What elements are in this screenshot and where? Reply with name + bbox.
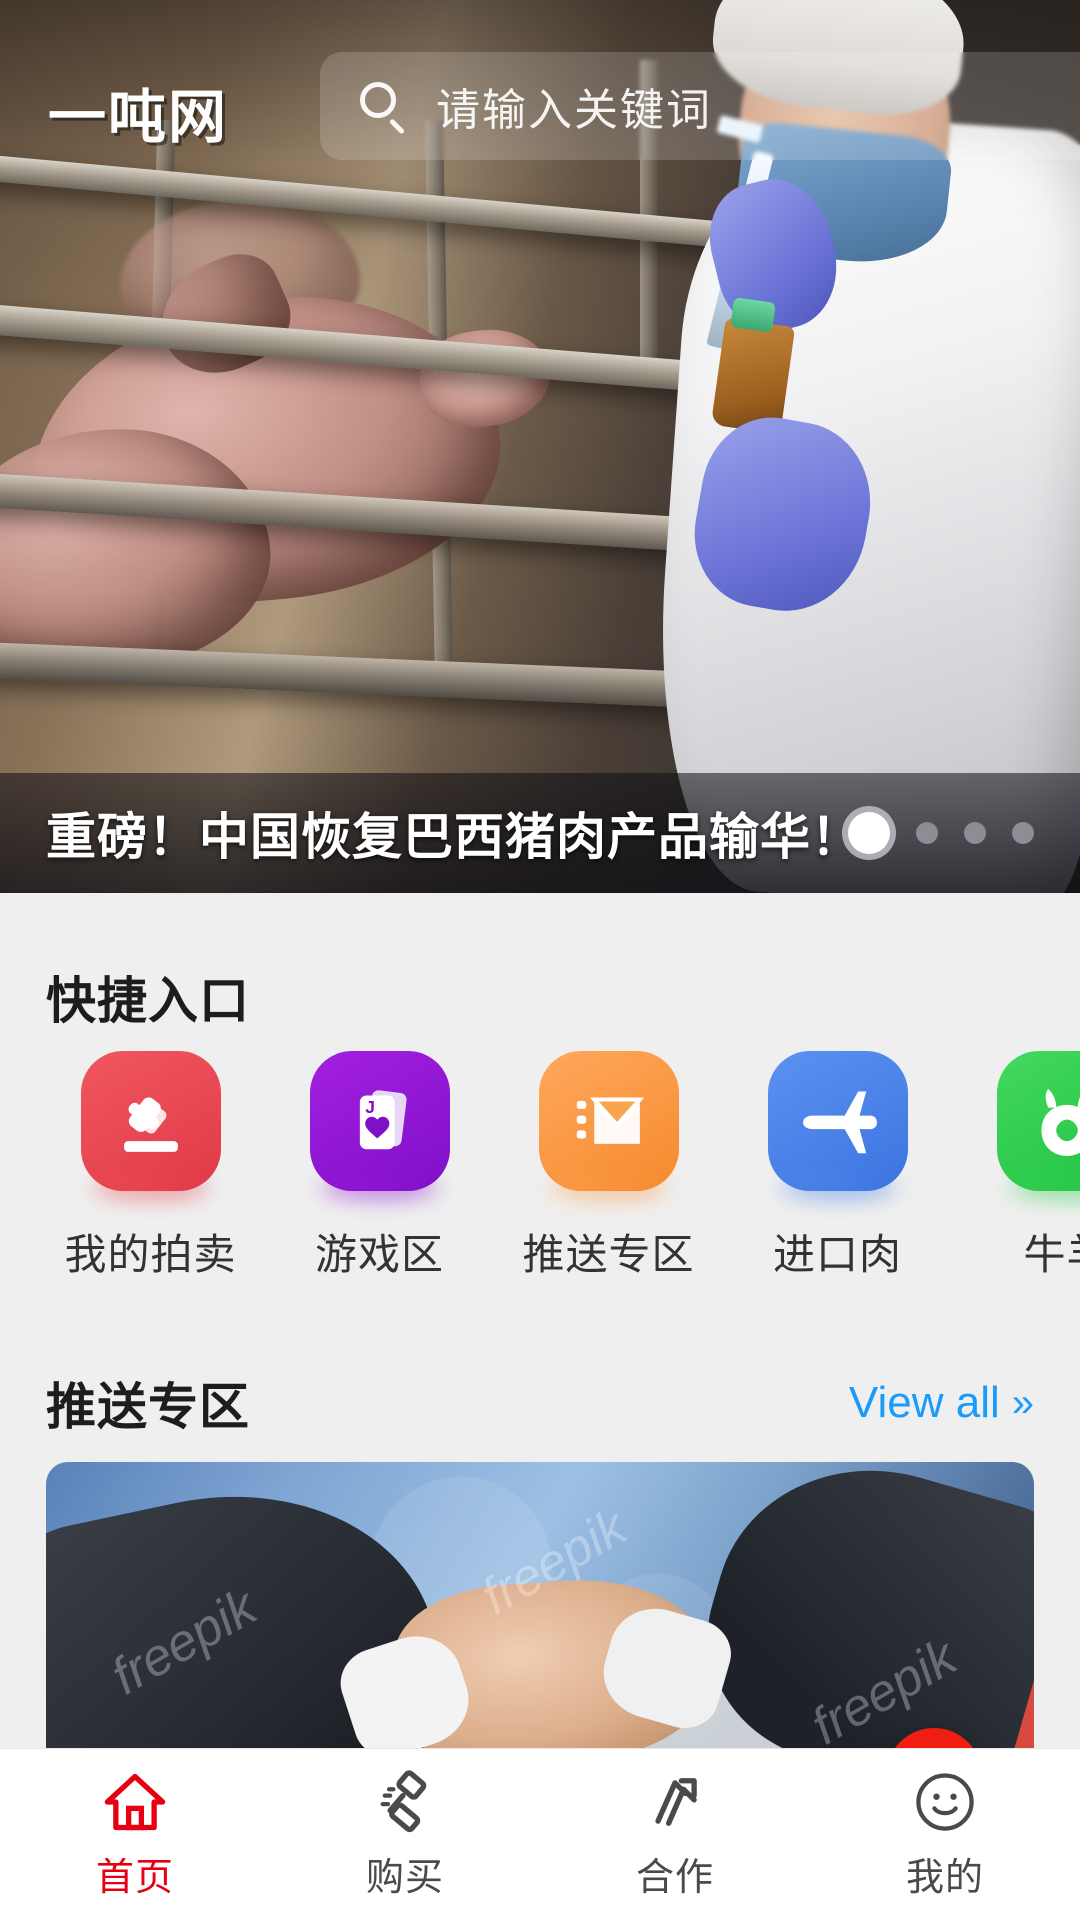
push-section-title: 推送专区 — [46, 1367, 250, 1439]
search-placeholder: 请输入关键词 — [436, 74, 712, 138]
carousel-dots[interactable] — [848, 812, 1034, 854]
view-all-link[interactable]: View all » — [849, 1378, 1034, 1428]
cow-icon — [997, 1051, 1080, 1191]
smiley-icon — [911, 1768, 979, 1836]
quick-entry-label: 进口肉 — [723, 1221, 952, 1282]
app-logo: 一吨网 — [48, 70, 228, 154]
quick-entry-title: 快捷入口 — [46, 893, 1080, 1033]
svg-text:J: J — [365, 1097, 375, 1117]
quick-entry-label: 我的拍卖 — [36, 1221, 265, 1282]
envelope-icon — [539, 1051, 679, 1191]
carousel-dot-2[interactable] — [916, 822, 938, 844]
hero-banner-carousel[interactable]: 一吨网 请输入关键词 重磅！中国恢复巴西猪肉产品输华！ — [0, 0, 1080, 893]
quick-entry-item-games[interactable]: J 游戏区 — [265, 1051, 494, 1282]
app-header: 一吨网 请输入关键词 — [0, 0, 1080, 190]
watermark-text: freepik — [471, 1497, 636, 1627]
push-section-header: 推送专区 View all » — [0, 1343, 1080, 1463]
tab-cooperation[interactable]: 合作 — [540, 1749, 810, 1920]
quick-entry-label: 牛羊 — [952, 1221, 1080, 1282]
carousel-dot-1[interactable] — [848, 812, 890, 854]
banner-caption: 重磅！中国恢复巴西猪肉产品输华！ — [46, 797, 862, 869]
tab-profile[interactable]: 我的 — [810, 1749, 1080, 1920]
carousel-dot-4[interactable] — [1012, 822, 1034, 844]
cards-icon: J — [310, 1051, 450, 1191]
carousel-dot-3[interactable] — [964, 822, 986, 844]
tab-buy[interactable]: 购买 — [270, 1749, 540, 1920]
airplane-icon — [768, 1051, 908, 1191]
quick-entry-item-push[interactable]: 推送专区 — [494, 1051, 723, 1282]
search-input[interactable]: 请输入关键词 — [320, 52, 1080, 160]
quick-entry-item-imported-meat[interactable]: 进口肉 — [723, 1051, 952, 1282]
tab-label: 合作 — [636, 1846, 714, 1901]
tab-label: 首页 — [96, 1846, 174, 1901]
tab-home[interactable]: 首页 — [0, 1749, 270, 1920]
quick-entry-section: 快捷入口 我的拍卖 — [0, 893, 1080, 1343]
gavel-icon — [81, 1051, 221, 1191]
bottom-tab-bar[interactable]: 首页 购买 合 — [0, 1748, 1080, 1920]
quick-entry-label: 推送专区 — [494, 1221, 723, 1282]
quick-entry-item-auction[interactable]: 我的拍卖 — [36, 1051, 265, 1282]
quick-entry-label: 游戏区 — [265, 1221, 494, 1282]
quick-entry-item-beef-mutton[interactable]: 牛羊 — [952, 1051, 1080, 1282]
banner-caption-bar: 重磅！中国恢复巴西猪肉产品输华！ — [0, 773, 1080, 893]
watermark-text: freepik — [101, 1577, 266, 1707]
search-icon — [360, 82, 408, 130]
handshake-icon — [641, 1768, 709, 1836]
chevron-right-icon: » — [1012, 1383, 1034, 1423]
tab-label: 我的 — [906, 1846, 984, 1901]
view-all-label: View all — [849, 1378, 1000, 1428]
home-icon — [101, 1768, 169, 1836]
tab-label: 购买 — [366, 1846, 444, 1901]
gavel-icon — [371, 1768, 439, 1836]
app-screen: 一吨网 请输入关键词 重磅！中国恢复巴西猪肉产品输华！ 快捷入口 — [0, 0, 1080, 1920]
quick-entry-list[interactable]: 我的拍卖 J 游戏区 — [0, 1051, 1080, 1282]
